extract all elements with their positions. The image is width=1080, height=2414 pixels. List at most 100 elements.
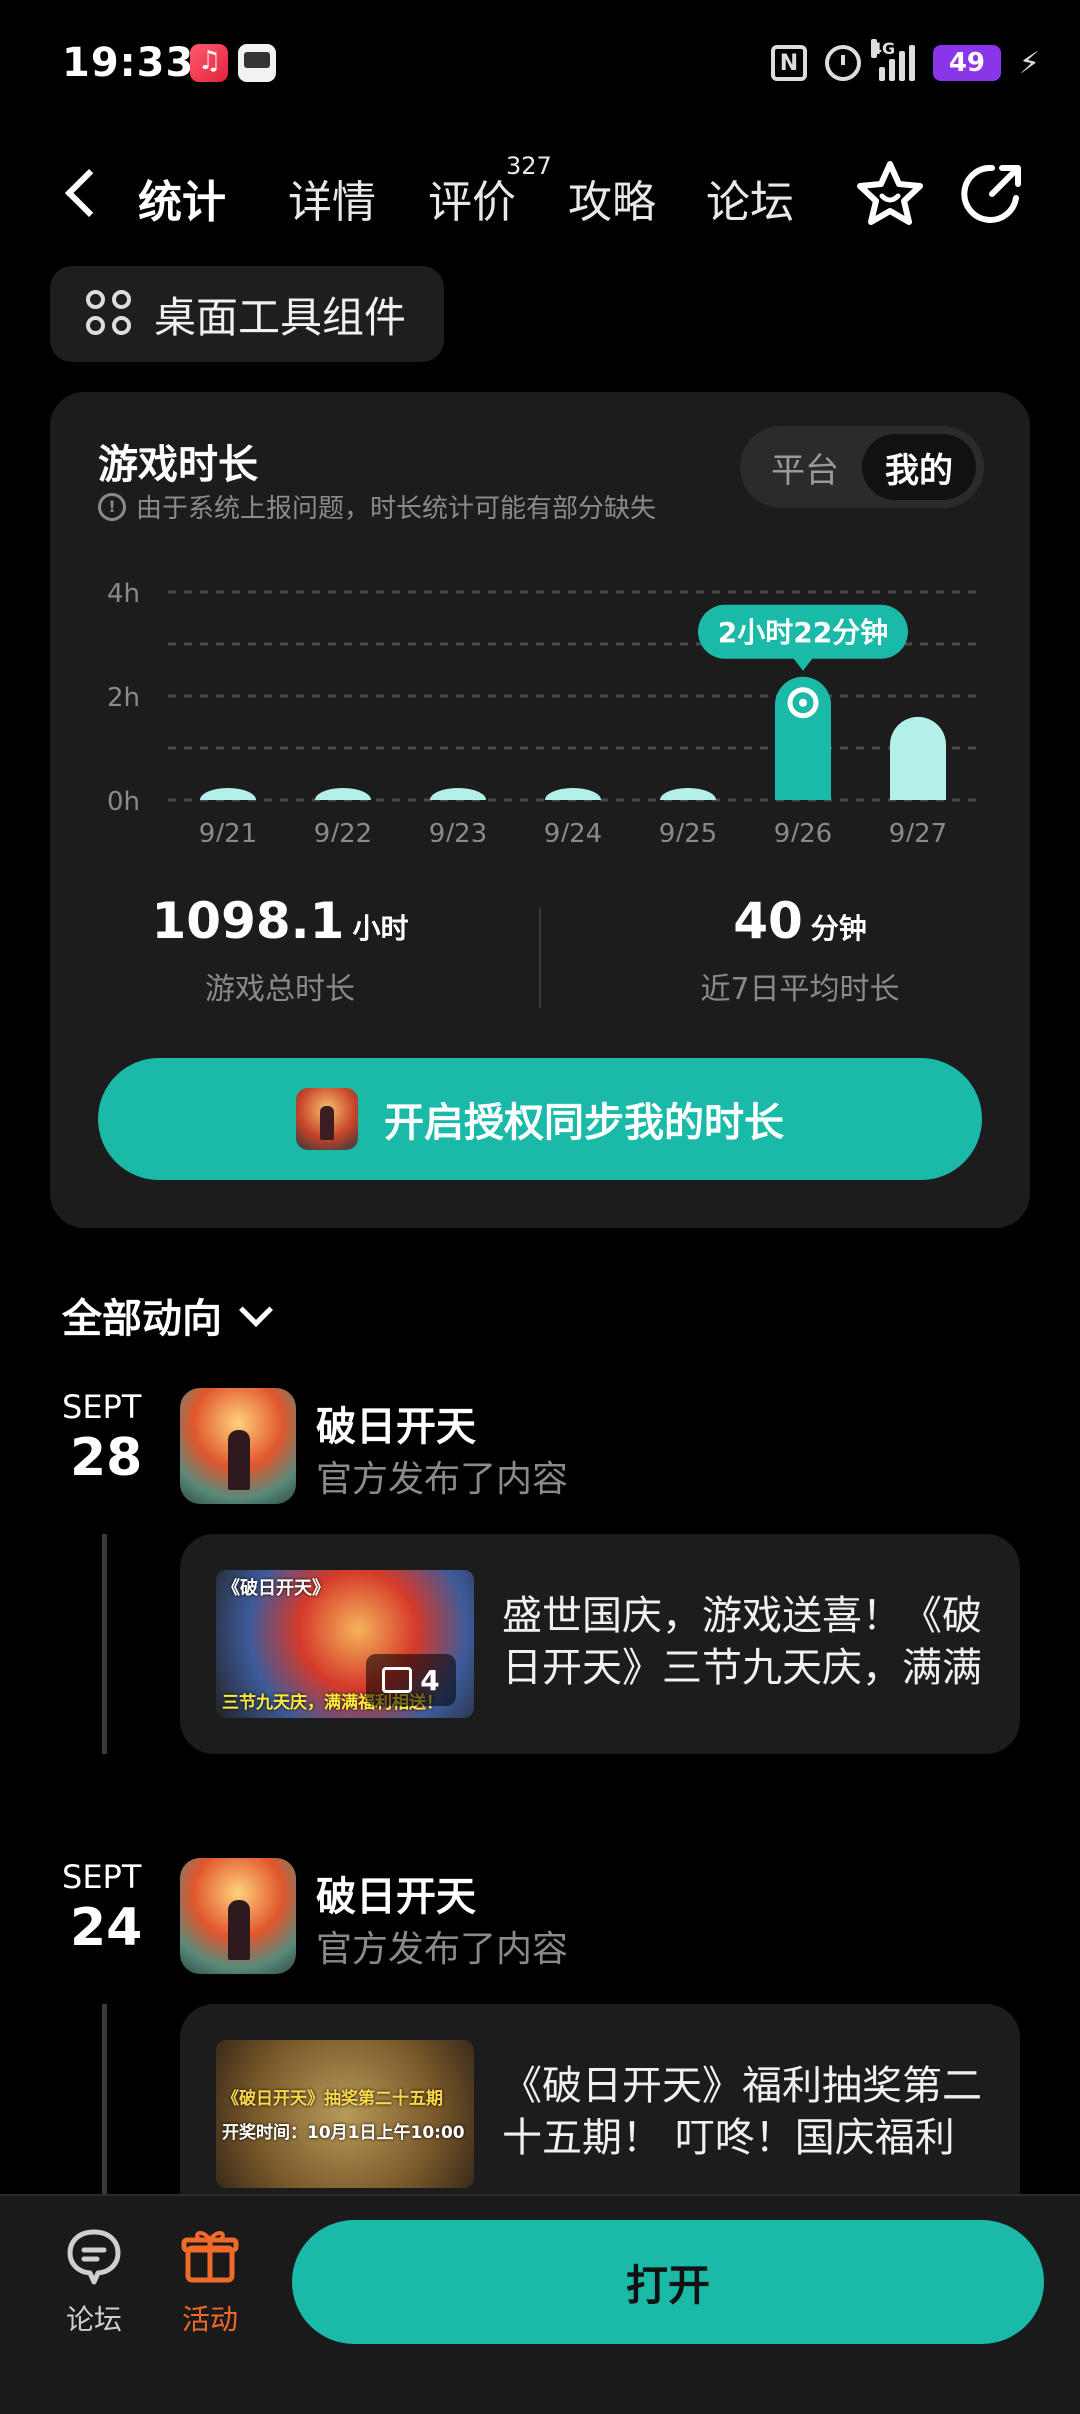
post-subtitle: 官方发布了内容 (316, 1459, 569, 1500)
chart-bar (890, 716, 946, 800)
source-toggle: 平台 我的 (740, 426, 984, 508)
avg-time-unit: 分钟 (810, 912, 867, 945)
tab-stats[interactable]: 统计 (132, 166, 232, 234)
tab-guides[interactable]: 攻略 (568, 166, 656, 230)
chart-x-tick-label: 9/25 (659, 819, 717, 842)
avg-time-value: 40 (733, 892, 803, 950)
notice-text: 由于系统上报问题，时长统计可能有部分缺失 (136, 494, 657, 524)
network-type: 4G (870, 39, 896, 58)
widget-icon (86, 290, 134, 338)
total-time-stat: 1098.1 小时 游戏总时长 (50, 892, 510, 1008)
chart-bar (430, 788, 486, 800)
chart-x-tick-label: 9/27 (889, 819, 947, 842)
chart-x-tick-label: 9/21 (199, 819, 257, 842)
tab-details[interactable]: 详情 (288, 166, 376, 230)
chart-x-tick-label: 9/23 (429, 819, 487, 842)
author-avatar[interactable] (180, 1858, 296, 1974)
chart-bar (200, 788, 256, 800)
image-count-badge: 4 (366, 1654, 456, 1706)
widget-button-label: 桌面工具组件 (154, 292, 407, 342)
chart-x-tick-label: 9/22 (314, 819, 372, 842)
total-time-value: 1098.1 (151, 892, 345, 950)
share-icon[interactable] (956, 158, 1028, 230)
image-count: 4 (420, 1663, 440, 1697)
tab-forum[interactable]: 论坛 (706, 166, 794, 230)
chart-y-tick-label: 2h (107, 683, 140, 713)
toggle-platform[interactable]: 平台 (748, 434, 862, 500)
post-month: SEPT (62, 1388, 142, 1426)
battery-icon: 49 (932, 45, 1001, 81)
feed-post[interactable]: SEPT 28 破日开天 官方发布了内容 《破日开天》 三节九天庆，满满福利相送… (0, 1388, 1080, 1768)
sync-auth-label: 开启授权同步我的时长 (384, 1100, 784, 1146)
music-app-icon (190, 44, 228, 82)
post-day: 28 (70, 1428, 143, 1488)
post-day: 24 (70, 1898, 143, 1958)
bottom-bar: 论坛 活动 打开 (0, 2194, 1080, 2414)
feed-title: 全部动向 (62, 1296, 222, 1342)
post-card[interactable]: 《破日开天》抽奖第二十五期 开奖时间：10月1日上午10:00 《破日开天》福利… (180, 2004, 1020, 2224)
total-time-unit: 小时 (352, 912, 409, 945)
chart-tooltip-text: 2小时22分钟 (718, 616, 888, 649)
tab-reviews[interactable]: 评价 (428, 166, 516, 230)
play-time-chart: 0h 2h 4h 9/21 9/22 9/23 9/24 9/25 9/26 2小时22分钟 9/2… (50, 562, 1030, 842)
chart-y-tick-label: 0h (107, 787, 140, 817)
sync-auth-button[interactable]: 开启授权同步我的时长 (98, 1058, 982, 1180)
avg-time-stat: 40 分钟 近7日平均时长 (570, 892, 1030, 1008)
toggle-mine[interactable]: 我的 (862, 434, 976, 500)
timeline-line (102, 2004, 107, 2224)
signal-icon: 4G (870, 39, 915, 81)
thumbnail-caption: 《破日开天》 (222, 1578, 330, 1599)
top-nav: 统计 详情 评价 327 攻略 论坛 (0, 140, 1080, 250)
forum-icon (64, 2226, 124, 2286)
chevron-down-icon (239, 1293, 273, 1327)
timeline-line (102, 1534, 107, 1754)
activity-label: 活动 (181, 2303, 238, 2336)
author-avatar[interactable] (180, 1388, 296, 1504)
image-icon (382, 1667, 413, 1693)
data-notice: ! 由于系统上报问题，时长统计可能有部分缺失 (98, 488, 656, 525)
charging-icon: ⚡ (1018, 45, 1040, 81)
thumbnail-caption-2: 开奖时间：10月1日上午10:00 (222, 2123, 465, 2143)
avg-time-label: 近7日平均时长 (700, 972, 900, 1007)
nfc-icon: N (770, 45, 807, 81)
post-text: 盛世国庆，游戏送喜！《破日开天》三节九天庆，满满福利相送！ (502, 1593, 982, 1691)
card-title: 游戏时长 (98, 442, 258, 488)
chart-selected-marker-dot (799, 698, 807, 707)
post-author[interactable]: 破日开天 (316, 1864, 476, 1922)
status-bar: 19:33 N 4G 49 ⚡ (0, 0, 1080, 130)
desktop-widget-button[interactable]: 桌面工具组件 (50, 266, 444, 362)
play-time-card: 游戏时长 ! 由于系统上报问题，时长统计可能有部分缺失 平台 我的 0h 2h 4h… (50, 392, 1030, 1228)
chart-bar (315, 788, 371, 800)
chart-x-tick-label: 9/24 (544, 819, 602, 842)
stat-divider (539, 908, 541, 1008)
chart-bar (545, 788, 601, 800)
bottom-activity-button[interactable]: 活动 (160, 2226, 260, 2338)
open-game-button[interactable]: 打开 (292, 2220, 1044, 2344)
post-month: SEPT (62, 1858, 142, 1896)
feed-filter[interactable]: 全部动向 (62, 1286, 273, 1344)
post-text: 《破日开天》福利抽奖第二十五期！ 叮咚！国庆福利来袭！ (502, 2063, 982, 2161)
tab-label: 统计 (138, 177, 226, 228)
star-icon[interactable] (852, 156, 928, 232)
chart-bar (775, 676, 831, 800)
chart-svg: 0h 2h 4h 9/21 9/22 9/23 9/24 9/25 9/26 2小时22分钟 9/2… (107, 579, 978, 842)
status-time: 19:33 (62, 40, 195, 86)
post-thumbnail[interactable]: 《破日开天》 三节九天庆，满满福利相送！ 4 (216, 1570, 474, 1718)
forum-label: 论坛 (65, 2303, 122, 2336)
post-author[interactable]: 破日开天 (316, 1394, 476, 1452)
post-thumbnail[interactable]: 《破日开天》抽奖第二十五期 开奖时间：10月1日上午10:00 (216, 2040, 474, 2188)
info-icon: ! (98, 492, 126, 521)
chart-tooltip-pointer (793, 657, 813, 671)
post-subtitle: 官方发布了内容 (316, 1929, 569, 1970)
post-card[interactable]: 《破日开天》 三节九天庆，满满福利相送！ 4 盛世国庆，游戏送喜！《破日开天》三… (180, 1534, 1020, 1754)
back-icon[interactable] (58, 170, 102, 214)
gift-icon (180, 2226, 240, 2286)
game-app-icon (238, 44, 276, 82)
game-thumbnail (296, 1088, 358, 1150)
feed-post[interactable]: SEPT 24 破日开天 官方发布了内容 《破日开天》抽奖第二十五期 开奖时间：… (0, 1858, 1080, 2238)
alarm-icon (824, 45, 861, 81)
total-time-label: 游戏总时长 (205, 972, 355, 1007)
chart-bar (660, 788, 716, 800)
chart-y-tick-label: 4h (107, 579, 140, 609)
bottom-forum-button[interactable]: 论坛 (44, 2226, 144, 2338)
